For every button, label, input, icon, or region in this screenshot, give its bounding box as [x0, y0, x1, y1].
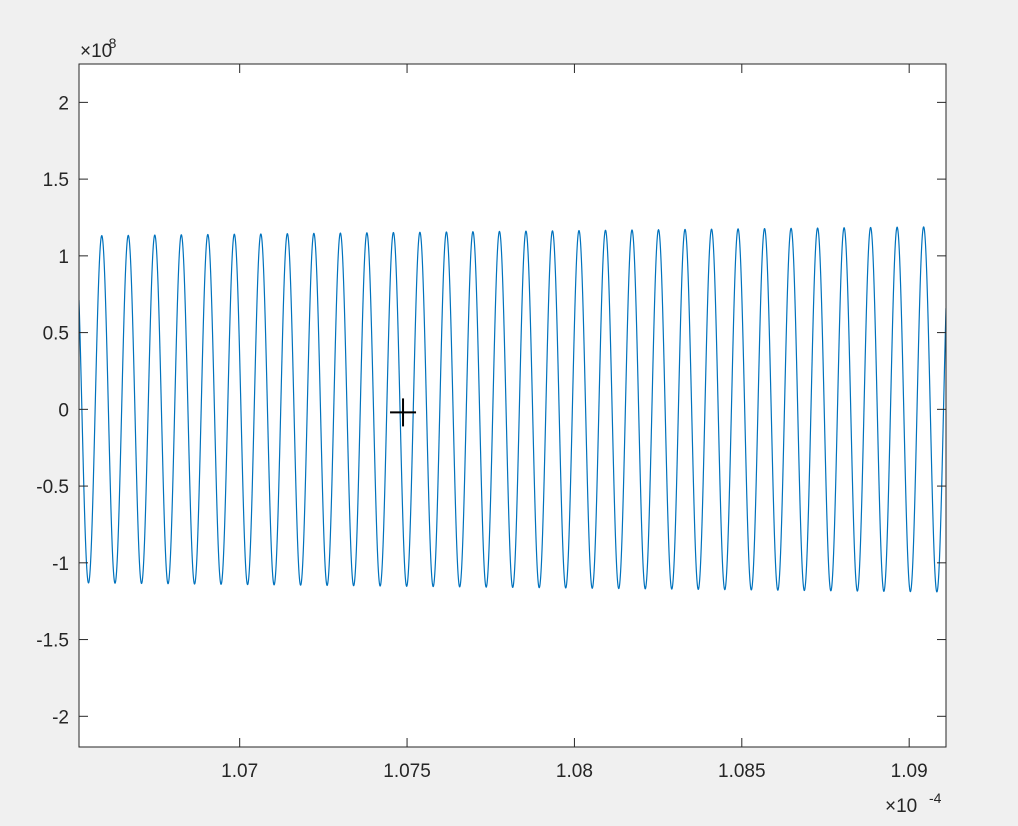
figure: 1.07 1.075 1.08 1.085 1.09 2 1.5 1 0.5 0 -0.5 -1 -1…: [0, 0, 1018, 826]
x-tick-label: 1.085: [718, 761, 766, 782]
y-exponent-power: -8: [104, 35, 117, 51]
x-tick-label: 1.09: [891, 761, 928, 782]
y-tick-label: 2: [58, 93, 69, 114]
axes-background: [79, 64, 946, 747]
y-tick-label: 1: [58, 247, 69, 268]
y-tick-label: 1.5: [43, 170, 69, 191]
y-tick-label: 0: [58, 400, 69, 421]
x-tick-label: 1.08: [556, 761, 593, 782]
y-tick-label: 0.5: [43, 324, 69, 345]
x-tick-label: 1.07: [221, 761, 258, 782]
x-exponent-base: ×10: [885, 796, 917, 817]
y-tick-label: -1.5: [36, 631, 69, 652]
y-tick-label: -1: [52, 554, 69, 575]
x-exponent-power: -4: [929, 790, 942, 806]
y-tick-label: -0.5: [36, 477, 69, 498]
x-tick-label: 1.075: [383, 761, 431, 782]
y-tick-label: -2: [52, 707, 69, 728]
